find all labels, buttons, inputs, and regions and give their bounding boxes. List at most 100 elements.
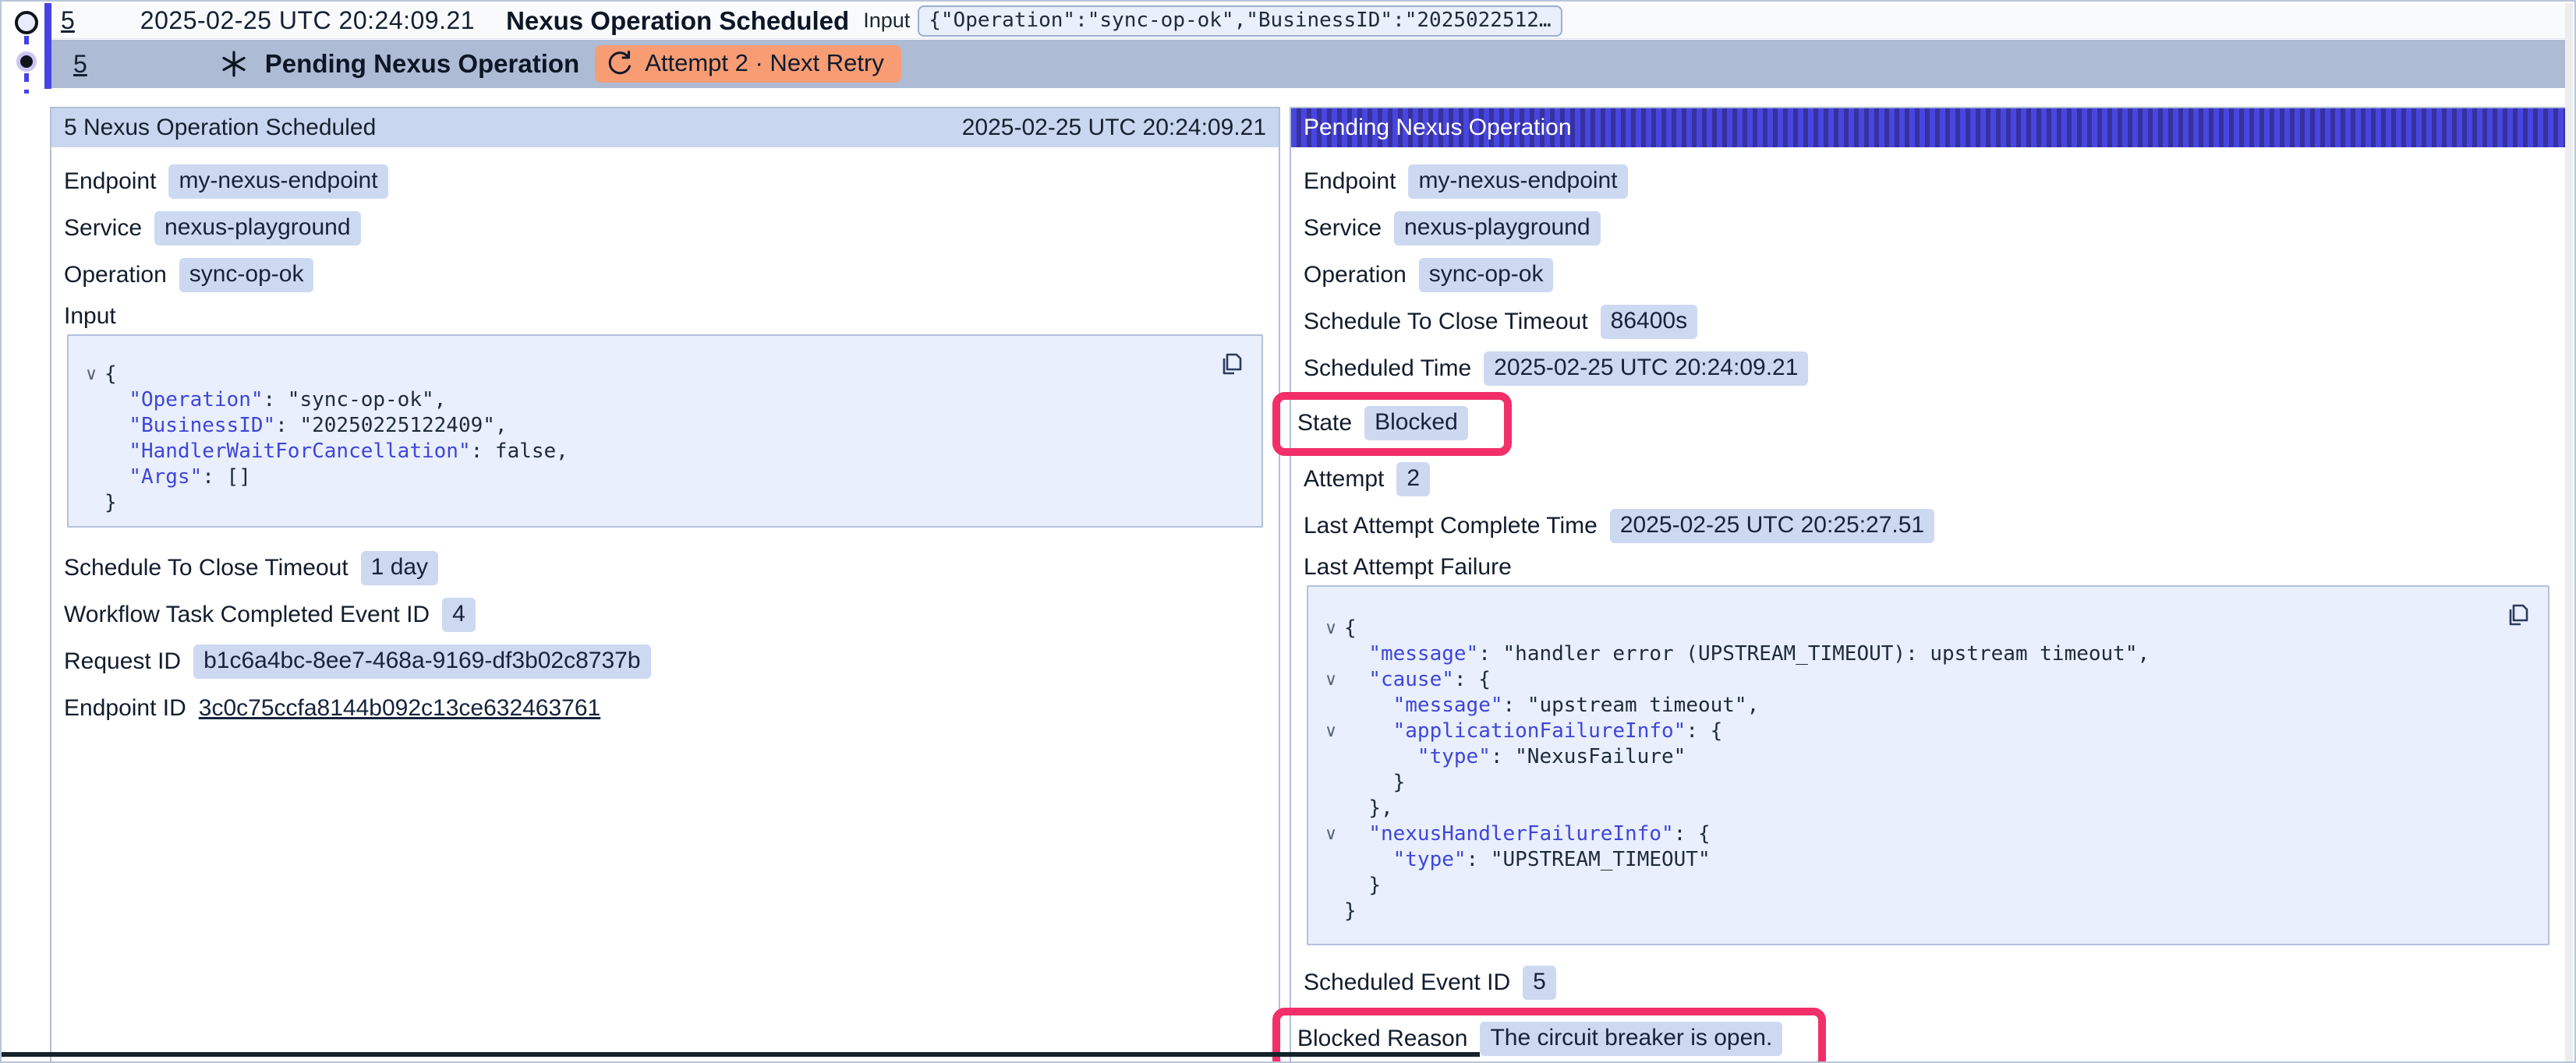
field-row: Endpoint my-nexus-endpoint [1291,158,2565,205]
pending-panel-header: Pending Nexus Operation [1291,108,2565,147]
chevron-down-icon[interactable]: ∨ [1318,718,1344,743]
event-id-link[interactable]: 5 [61,6,75,35]
field-label: Attempt [1304,466,1384,493]
event-timeline [2,2,44,103]
event-row-scheduled[interactable]: 5 2025-02-25 UTC 20:24:09.21 Nexus Opera… [51,3,2568,39]
field-value-badge: b1c6a4bc-8ee7-468a-9169-df3b02c8737b [193,645,650,679]
event-title: Nexus Operation Scheduled [506,6,849,36]
json-line: "type": "UPSTREAM_TIMEOUT" [1318,846,2532,872]
json-line: "message": "upstream timeout", [1318,692,2532,718]
retry-icon [607,50,634,76]
selected-events-indicator [44,3,51,89]
failure-section-label: Last Attempt Failure [1291,549,2565,585]
field-label: Endpoint [64,168,156,195]
copy-icon[interactable] [1216,348,1247,380]
field-label: Schedule To Close Timeout [64,555,349,581]
chevron-down-icon[interactable]: ∨ [1318,666,1344,692]
json-line: "Args": [] [78,464,1246,489]
json-line: "message": "handler error (UPSTREAM_TIME… [1318,641,2532,666]
field-label: Operation [64,262,167,288]
json-line: ∨ "cause": { [1318,666,2532,692]
field-row: Scheduled Time 2025-02-25 UTC 20:24:09.2… [1291,345,2565,392]
json-line: "HandlerWaitForCancellation": false, [78,438,1246,464]
field-label: Service [64,215,142,242]
scheduled-panel-header: 5 Nexus Operation Scheduled 2025-02-25 U… [51,108,1279,147]
field-row: Schedule To Close Timeout 1 day [51,545,1279,592]
field-row: Attempt 2 [1291,456,2565,503]
field-value-badge: 5 [1523,966,1556,1000]
field-label: Service [1304,215,1382,242]
json-line: }, [1318,795,2532,821]
retry-badge-label: Attempt 2 · Next Retry [645,49,884,77]
json-line: } [1318,872,2532,898]
json-line: } [1318,898,2532,924]
nexus-asterisk-icon [220,50,248,78]
json-line: ∨ "applicationFailureInfo": { [1318,718,2532,743]
pending-operation-panel: Pending Nexus Operation Endpoint my-nexu… [1290,107,2567,1063]
field-value-badge: 86400s [1601,305,1697,339]
timeline-connector [24,36,29,53]
json-line: "type": "NexusFailure" [1318,743,2532,769]
json-line: } [1318,769,2532,795]
field-label: Workflow Task Completed Event ID [64,602,430,628]
chevron-down-icon[interactable]: ∨ [1318,615,1344,641]
timeline-pending-event-icon [16,51,37,72]
field-value-badge: sync-op-ok [1419,258,1554,292]
field-label: Blocked Reason [1297,1026,1467,1052]
field-value-badge: my-nexus-endpoint [1408,164,1627,199]
state-value-badge: Blocked [1364,406,1468,440]
chevron-down-icon[interactable]: ∨ [78,361,104,387]
blocked-reason-badge: The circuit breaker is open. [1480,1022,1782,1056]
event-row-pending[interactable]: 5 Pending Nexus Operation Attempt 2 · Ne… [51,40,2568,88]
panel-title: 5 Nexus Operation Scheduled [64,115,376,141]
json-line: "Operation": "sync-op-ok", [78,387,1246,412]
endpoint-id-link[interactable]: 3c0c75ccfa8144b092c13ce632463761 [199,695,600,722]
window-bottom-edge [2,1052,1480,1057]
json-line: ∨ { [78,361,1246,387]
retry-status-badge: Attempt 2 · Next Retry [595,45,901,83]
field-label: Operation [1304,262,1407,288]
field-value-badge: nexus-playground [1394,211,1601,245]
field-row: Last Attempt Complete Time 2025-02-25 UT… [1291,503,2565,549]
event-title: Pending Nexus Operation [265,49,579,79]
event-id-link[interactable]: 5 [73,50,87,79]
input-section-label: Input [51,298,1279,334]
field-row: Operation sync-op-ok [1291,252,2565,298]
state-annotation-box: State Blocked [1272,392,1512,456]
event-timestamp: 2025-02-25 UTC 20:24:09.21 [140,6,475,35]
scrollbar-track[interactable] [2565,3,2573,1061]
field-row: Workflow Task Completed Event ID 4 [51,592,1279,638]
json-line: "BusinessID": "20250225122409", [78,412,1246,438]
field-row: Endpoint ID 3c0c75ccfa8144b092c13ce63246… [51,685,1279,732]
field-row: Schedule To Close Timeout 86400s [1291,298,2565,345]
field-label: Request ID [64,648,181,675]
field-row: Service nexus-playground [1291,205,2565,252]
field-value-badge: 4 [442,598,476,632]
field-label: Endpoint ID [64,695,186,722]
input-preview-chip[interactable]: {"Operation":"sync-op-ok","BusinessID":"… [918,5,1562,37]
field-row: Service nexus-playground [51,205,1279,252]
field-label: Schedule To Close Timeout [1304,309,1588,335]
panel-timestamp: 2025-02-25 UTC 20:24:09.21 [962,115,1266,141]
failure-json-viewer: ∨ { "message": "handler error (UPSTREAM_… [1307,585,2549,945]
field-row-state: State Blocked [1285,403,1481,443]
field-value-badge: sync-op-ok [179,258,314,292]
field-value-badge: 1 day [361,551,438,585]
field-row: Endpoint my-nexus-endpoint [51,158,1279,205]
copy-icon[interactable] [2503,599,2534,630]
input-label: Input [863,9,910,33]
json-line: ∨ "nexusHandlerFailureInfo": { [1318,821,2532,846]
json-line: } [78,489,1246,515]
field-value-badge: 2025-02-25 UTC 20:25:27.51 [1610,509,1934,543]
input-json-viewer: ∨ { "Operation": "sync-op-ok", "Business… [67,334,1263,528]
field-row: Request ID b1c6a4bc-8ee7-468a-9169-df3b0… [51,638,1279,685]
field-row: Operation sync-op-ok [51,252,1279,298]
field-label: Last Attempt Complete Time [1304,513,1598,539]
field-value-badge: 2025-02-25 UTC 20:24:09.21 [1484,351,1808,386]
field-row: Scheduled Event ID 5 [1291,959,2565,1006]
scheduled-event-detail-panel: 5 Nexus Operation Scheduled 2025-02-25 U… [50,107,1280,1063]
field-label: Scheduled Time [1304,355,1471,382]
chevron-down-icon[interactable]: ∨ [1318,821,1344,846]
field-label: Scheduled Event ID [1304,969,1510,996]
panel-title: Pending Nexus Operation [1304,115,1572,141]
